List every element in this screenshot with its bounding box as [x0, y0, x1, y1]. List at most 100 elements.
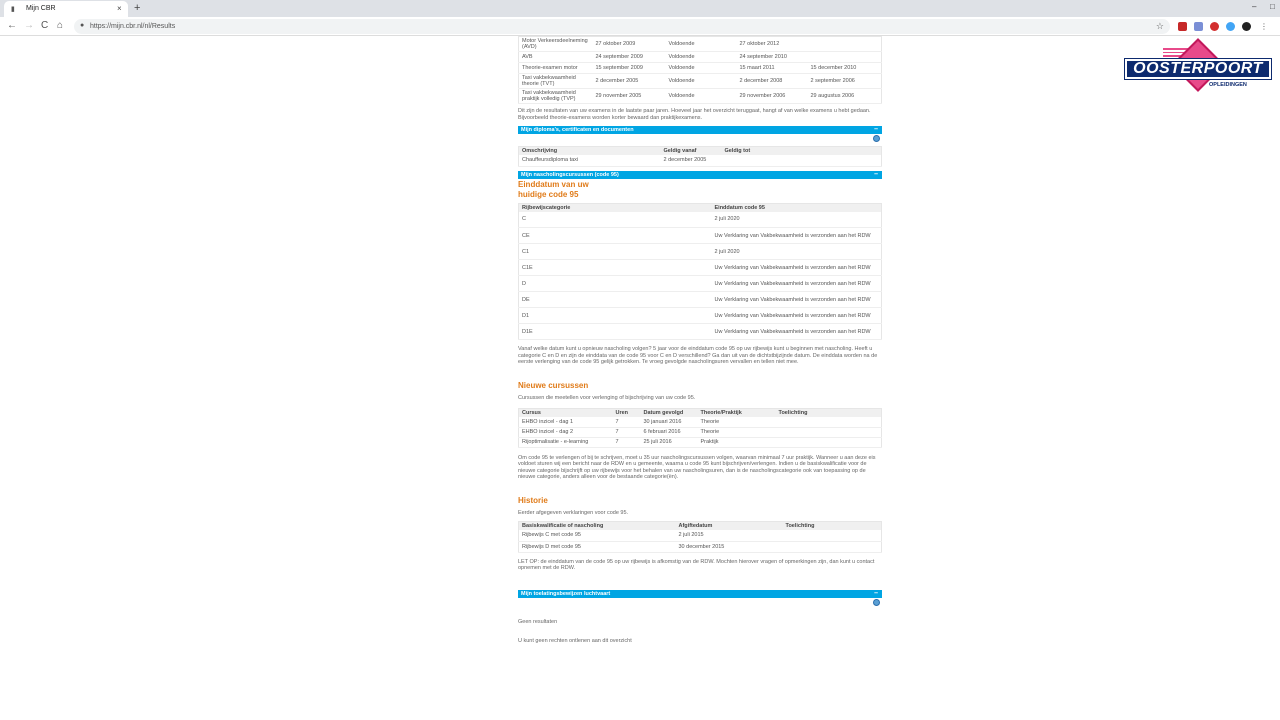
table-row: Taxi vakbekwaamheid theorie (TVT) 2 decem…	[518, 73, 882, 89]
table-cell: Uw Verklaring van Vakbekwaamheid is verz…	[711, 291, 882, 308]
new-tab-button[interactable]: +	[134, 2, 140, 14]
collapse-icon: –	[874, 589, 878, 597]
table-row: Theorie-examen motor 15 september 2009 Vol…	[518, 62, 882, 74]
table-row: Rijoptimalisatie - e-learning 7 25 juli 20…	[518, 437, 882, 448]
table-cell: 2 september 2006	[807, 73, 882, 89]
table-cell: C1E	[518, 259, 712, 276]
minimize-button[interactable]: –	[1252, 2, 1256, 11]
table-row: D Uw Verklaring van Vakbekwaamheid is ver…	[518, 275, 882, 292]
browser-toolbar: ← → C ⌂ ● https://mijn.cbr.nl/nl/Results…	[0, 17, 1280, 36]
table-row: D1 Uw Verklaring van Vakbekwaamheid is ve…	[518, 307, 882, 324]
table-cell: Motor Verkeersdeelneming (AVD)	[518, 36, 593, 52]
table-cell: 15 december 2010	[807, 62, 882, 74]
collapse-icon: –	[874, 126, 878, 133]
exam-results-table: Motor Verkeersdeelneming (AVD) 27 oktober…	[518, 36, 882, 104]
table-row: Taxi vakbekwaamheid praktijk volledig (T…	[518, 88, 882, 104]
browser-tab[interactable]: ▮ Mijn CBR ×	[4, 1, 128, 17]
table-cell: Voldoende	[665, 88, 737, 104]
table-row: Chauffeursdiploma taxi 2 december 2005	[518, 155, 882, 167]
table-cell: Uw Verklaring van Vakbekwaamheid is verz…	[711, 323, 882, 340]
table-cell	[775, 417, 882, 428]
table-row: EHBO inzicel - dag 1 7 30 januari 2016 Theo…	[518, 417, 882, 428]
table-cell: C	[518, 211, 712, 228]
tab-close-icon[interactable]: ×	[117, 4, 122, 13]
extension-icon[interactable]	[1226, 22, 1235, 31]
help-icon[interactable]	[873, 135, 880, 142]
forward-button[interactable]: →	[24, 20, 34, 32]
table-cell: 15 maart 2011	[736, 62, 808, 74]
table-cell: 7	[612, 437, 641, 448]
extension-icon[interactable]	[1242, 22, 1251, 31]
table-cell: 29 augustus 2006	[807, 88, 882, 104]
code95-title-1: Einddatum van uw	[518, 179, 589, 189]
table-row: Rijbewijs D met code 95 30 december 2015	[518, 541, 882, 553]
column-header: Cursus	[518, 408, 613, 417]
table-cell: Taxi vakbekwaamheid praktijk volledig (T…	[518, 88, 593, 104]
table-cell: 2 juli 2015	[675, 530, 783, 542]
extension-icon[interactable]	[1178, 22, 1187, 31]
table-cell	[782, 541, 882, 553]
column-header: Geldig vanaf	[660, 146, 722, 155]
code95-note: Vanaf welke datum kunt u opnieuw naschol…	[518, 346, 878, 365]
table-cell: AVB	[518, 51, 593, 63]
table-cell: 24 september 2010	[736, 51, 808, 63]
table-cell: Praktijk	[697, 437, 776, 448]
url-text[interactable]: https://mijn.cbr.nl/nl/Results	[90, 23, 175, 30]
table-cell: EHBO inzicel - dag 1	[518, 417, 613, 428]
table-cell: 27 oktober 2009	[592, 36, 666, 52]
courses-intro: Cursussen die meetellen voor verlenging …	[518, 394, 696, 401]
table-cell: Theorie	[697, 417, 776, 428]
table-cell: Rijoptimalisatie - e-learning	[518, 437, 613, 448]
tab-title: Mijn CBR	[26, 5, 56, 12]
table-cell: 15 september 2009	[592, 62, 666, 74]
history-table: Basiskwalificatie of nascholing Afgifteda…	[518, 521, 882, 553]
table-cell: DE	[518, 291, 712, 308]
diplomas-section-header[interactable]: Mijn diploma's, certificaten en document…	[518, 126, 882, 134]
courses-title: Nieuwe cursussen	[518, 380, 589, 390]
maximize-button[interactable]: □	[1270, 2, 1275, 11]
table-cell: Voldoende	[665, 51, 737, 63]
toelating-section-header[interactable]: Mijn toelatingsbewijzen luchtvaart –	[518, 589, 882, 598]
table-row: C2 juli 2020	[518, 211, 882, 228]
lock-icon: ●	[80, 22, 85, 29]
column-header: Theorie/Praktijk	[697, 408, 776, 417]
table-cell	[782, 530, 882, 542]
table-cell: 30 december 2015	[675, 541, 783, 553]
table-row: DE Uw Verklaring van Vakbekwaamheid is ve…	[518, 291, 882, 308]
browser-tab-bar: ▮ Mijn CBR × + – □	[0, 0, 1280, 17]
column-header: Afgiftedatum	[675, 521, 783, 530]
oosterpoort-logo: OOSTERPOORT OPLEIDINGEN	[1123, 38, 1273, 96]
collapse-icon: –	[874, 170, 878, 178]
table-cell: Uw Verklaring van Vakbekwaamheid is verz…	[711, 275, 882, 292]
column-header: Omschrijving	[518, 146, 661, 155]
courses-table: Cursus Uren Datum gevolgd Theorie/Praktijk T…	[518, 408, 882, 448]
code95-section-header[interactable]: Mijn nascholingscursussen (code 95) –	[518, 170, 882, 179]
table-cell: Rijbewijs D met code 95	[518, 541, 676, 553]
table-cell: 2 december 2008	[736, 73, 808, 89]
home-button[interactable]: ⌂	[57, 20, 63, 32]
table-cell: 7	[612, 427, 641, 438]
table-cell: 2 juli 2020	[711, 243, 882, 260]
history-intro: Eerder afgegeven verklaringen voor code …	[518, 509, 629, 516]
table-cell: EHBO inzicel - dag 2	[518, 427, 613, 438]
column-header: Uren	[612, 408, 641, 417]
extension-icon[interactable]	[1210, 22, 1219, 31]
disclaimer-text: U kunt geen rechten ontlenen aan dit ove…	[518, 638, 632, 644]
menu-icon[interactable]: ⋮	[1260, 22, 1269, 31]
table-row: AVB 24 september 2009 Voldoende 24 septembe…	[518, 51, 882, 63]
back-button[interactable]: ←	[7, 20, 17, 32]
column-header: Einddatum code 95	[711, 203, 882, 212]
extension-icon[interactable]	[1194, 22, 1203, 31]
courses-note: Om code 95 te verlengen of bij te schrij…	[518, 454, 876, 481]
reload-button[interactable]: C	[41, 20, 48, 32]
table-cell: Voldoende	[665, 62, 737, 74]
help-icon[interactable]	[873, 598, 880, 606]
page-favicon-icon: ▮	[11, 6, 15, 13]
table-cell	[807, 36, 882, 52]
table-cell	[807, 51, 882, 63]
bookmark-star-icon[interactable]: ☆	[1156, 21, 1164, 32]
table-cell	[775, 427, 882, 438]
table-cell	[721, 155, 882, 167]
address-bar[interactable]: ● https://mijn.cbr.nl/nl/Results ☆	[74, 19, 1170, 34]
table-cell: 24 september 2009	[592, 51, 666, 63]
